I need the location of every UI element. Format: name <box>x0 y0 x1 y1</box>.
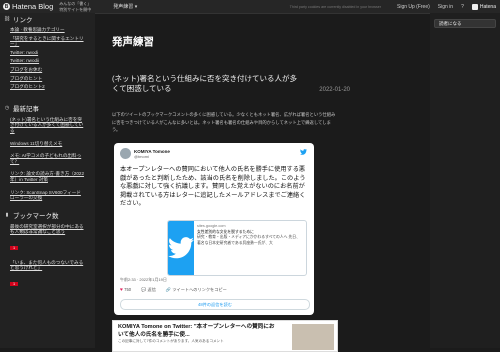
bookmark-entry-link[interactable]: 最後の研究室選択が部分の中にあるも人類は非常識なこと思う <box>0 224 85 235</box>
recent-entry-link[interactable]: リンク: ScanSnap SV600フィードローラーの交換 <box>0 190 85 201</box>
sidebar-link[interactable]: ブログをお休む <box>0 67 90 73</box>
copy-link-action[interactable]: 🔗 ツイートへのリンクをコピー <box>166 287 227 293</box>
like-action[interactable]: ♥ 750 <box>120 287 131 293</box>
post-body-text: 以下のツイートのブックマークコメントの多くに困惑している。少なくともネット署名、… <box>112 112 336 132</box>
top-bar-right: Third party cookies are currently disabl… <box>289 3 496 10</box>
bookmark-count-badge[interactable]: 1 <box>10 282 19 287</box>
link-icon: 🔗 <box>165 287 172 292</box>
chain-link-icon: ⛓ <box>3 16 11 22</box>
signup-link[interactable]: Sign Up (Free) <box>397 4 430 10</box>
avatar[interactable] <box>120 148 131 159</box>
embed-title[interactable]: KOMIYA Tomone on Twitter: "本オープンレターへの賛同に… <box>113 321 283 339</box>
twitter-bird-icon[interactable] <box>300 149 307 155</box>
blog-menu[interactable]: 発声練習 ▾ <box>113 3 137 10</box>
tweet-text: 本オープンレターへの賛同において他人の氏名を勝手に使用する悪戯があったと判断した… <box>120 166 306 207</box>
links-list: 本論 · 教養思論カテゴリー 「研究をするときに関するエントリー」 Twitte… <box>0 27 95 90</box>
recent-entry-link[interactable]: Windows 11切り替えメモ <box>0 141 85 147</box>
sidebar: ⛓ リンク 本論 · 教養思論カテゴリー 「研究をするときに関するエントリー」 … <box>0 13 95 348</box>
twitter-bird-icon <box>168 237 194 259</box>
card-text: sites.google.com 女性差別的な文化を脱するために 研究・教育・出… <box>194 221 306 275</box>
embedded-tweet[interactable]: KOMIYA Tomone @tmomi 本オープンレターへの賛同において他人の… <box>114 143 314 315</box>
recent-entry-link[interactable]: リンク: 論文の読み方·書き方（2022年）in Twitter 対策 <box>0 171 85 182</box>
bookmark-count-badge[interactable]: 1 <box>10 245 19 250</box>
tweet-header: KOMIYA Tomone @tmomi <box>114 143 314 159</box>
recent-entry-link[interactable]: (ネット)署名という仕組みに否を突き付けている人が多くて困惑している <box>0 117 85 134</box>
bookmark-heading: ▮ ブックマーク数 <box>5 211 59 220</box>
hatena-logo-icon: B <box>3 3 10 10</box>
hatena-brand[interactable]: Hatena <box>471 3 496 10</box>
post-header: (ネット)署名という仕組みに否を突き付けている人が多くて困惑している 2022-… <box>112 74 350 94</box>
post-date[interactable]: 2022-01-20 <box>319 87 350 93</box>
recent-heading: ◷ 最新記事 <box>4 104 39 113</box>
sidebar-link[interactable]: Twitter: nwodii <box>0 58 90 64</box>
hatena-bookmark-embed[interactable]: KOMIYA Tomone on Twitter: "本オープンレターへの賛同に… <box>112 320 338 352</box>
help-icon[interactable]: ? <box>461 4 464 10</box>
bookmark-icon: ▮ <box>5 211 9 218</box>
card-image <box>168 221 194 275</box>
cookie-notice: Third party cookies are currently disabl… <box>289 4 381 9</box>
blog-title[interactable]: 発声練習 <box>112 34 154 49</box>
hatena-blog-logo[interactable]: B Hatena Blog <box>3 2 53 11</box>
tagline[interactable]: みんなの「書く」 特別サイトを開中 <box>59 1 107 12</box>
links-heading: ⛓ リンク <box>3 16 33 24</box>
sidebar-link[interactable]: 本論 · 教養思論カテゴリー <box>0 27 90 33</box>
embed-thumbnail <box>292 324 334 350</box>
reply-action[interactable]: 💬 返信 <box>141 287 156 293</box>
tweet-actions: ♥ 750 💬 返信 🔗 ツイートへのリンクをコピー <box>120 287 308 293</box>
read-replies-button[interactable]: 48件の返信を読む <box>120 299 310 310</box>
sidebar-link[interactable]: ブログのヒント <box>0 76 90 82</box>
recent-entry-link[interactable]: メモ: AI学コメの子どもれの出料って？ <box>0 153 85 164</box>
signin-link[interactable]: Sign in <box>438 4 453 10</box>
tweet-timestamp[interactable]: 午前2:33 · 2022年1月19日 <box>120 277 167 283</box>
bookmark-entry-link[interactable]: 「いま、また何人ものつないでみると思うけれど」 <box>0 260 85 271</box>
link-card[interactable]: sites.google.com 女性差別的な文化を脱するために 研究・教育・出… <box>167 220 307 276</box>
card-description: 研究・教育・出版・メディアにかかわるすべての人へ 先日、著名な日本史研究者である… <box>197 235 300 245</box>
hatena-square-icon <box>471 3 478 10</box>
chevron-down-icon: ▾ <box>134 4 138 10</box>
bookmark-list: 最後の研究室選択が部分の中にあるも人類は非常識なこと思う 1 「いま、また何人も… <box>0 224 95 290</box>
subscribe-button[interactable]: 読者になる <box>434 19 496 28</box>
sidebar-link[interactable]: ブログのヒント2 <box>0 84 90 90</box>
post-title[interactable]: (ネット)署名という仕組みに否を突き付けている人が多くて困惑している <box>112 74 297 94</box>
logo-text: Hatena Blog <box>12 2 54 11</box>
sidebar-link[interactable]: 「研究をするときに関するエントリー」 <box>0 36 90 47</box>
recent-list: (ネット)署名という仕組みに否を突き付けている人が多くて困惑している Windo… <box>0 117 95 201</box>
top-bar: B Hatena Blog みんなの「書く」 特別サイトを開中 発声練習 ▾ T… <box>0 0 500 14</box>
tweet-author-name[interactable]: KOMIYA Tomone <box>134 149 170 154</box>
sidebar-link[interactable]: Twitter: nwodi <box>0 50 90 56</box>
tweet-author-handle[interactable]: @tmomi <box>134 154 170 159</box>
clock-icon: ◷ <box>4 104 10 111</box>
heart-icon: ♥ <box>120 287 123 293</box>
right-column <box>430 13 500 348</box>
reply-icon: 💬 <box>141 287 147 292</box>
